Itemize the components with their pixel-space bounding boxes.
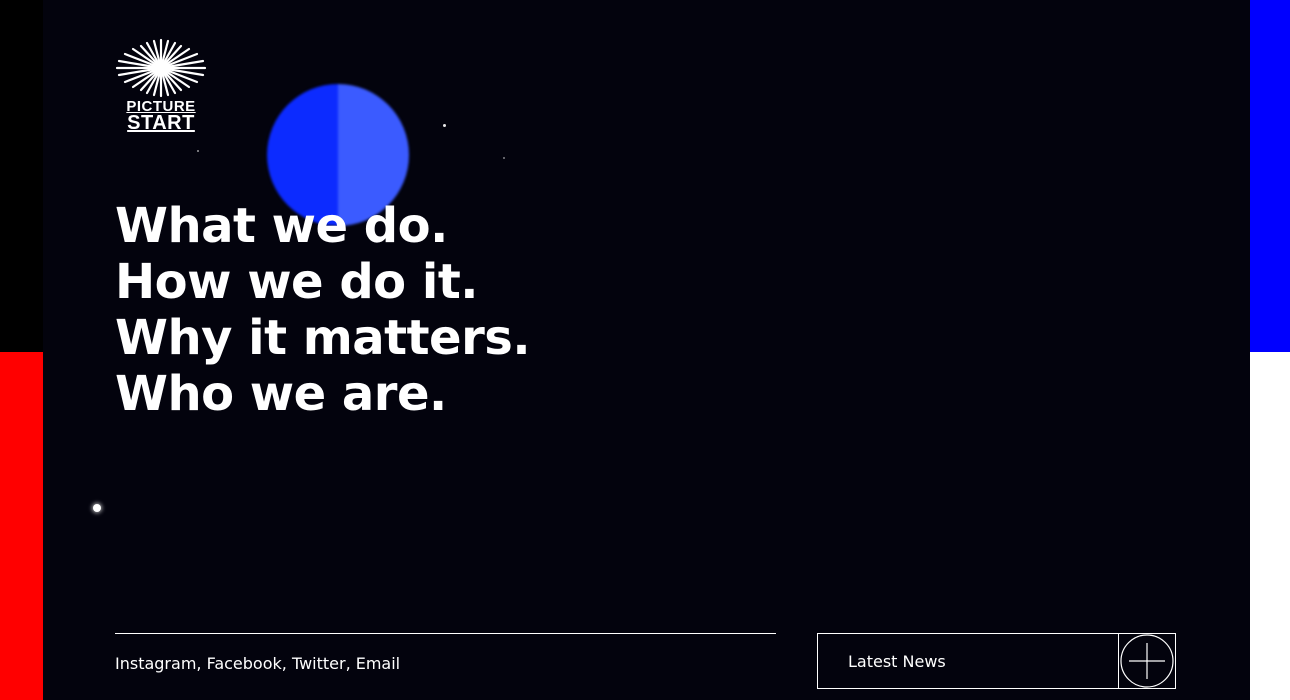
left-band-top — [0, 0, 43, 352]
headline-line-how[interactable]: How we do it. — [115, 254, 530, 310]
left-band-red — [0, 352, 43, 700]
email-link[interactable]: Email — [356, 654, 400, 673]
star-dot — [443, 124, 446, 127]
twitter-link[interactable]: Twitter — [292, 654, 346, 673]
hero-headline: What we do. How we do it. Why it matters… — [115, 198, 531, 422]
logo-wordmark-bottom: START — [127, 112, 195, 134]
latest-news-button[interactable]: Latest News — [817, 633, 1176, 689]
right-band-blue — [1250, 0, 1290, 352]
headline-line-who[interactable]: Who we are. — [115, 366, 530, 422]
right-band-white — [1250, 352, 1290, 700]
latest-news-label: Latest News — [848, 651, 946, 671]
star-dot — [93, 504, 101, 512]
star-dot — [197, 150, 199, 152]
starburst-icon — [115, 38, 207, 98]
logo[interactable]: PICTURE START — [115, 38, 207, 133]
headline-line-what[interactable]: What we do. — [115, 198, 530, 254]
plus-circle-icon[interactable] — [1118, 634, 1175, 688]
footer-divider — [115, 633, 776, 634]
social-links: Instagram, Facebook, Twitter, Email — [115, 654, 401, 673]
hero-stage: PICTURE START What we do. How we do it. … — [43, 0, 1250, 700]
headline-line-why[interactable]: Why it matters. — [115, 310, 531, 366]
facebook-link[interactable]: Facebook — [207, 654, 282, 673]
star-dot — [503, 157, 505, 159]
instagram-link[interactable]: Instagram — [115, 654, 196, 673]
